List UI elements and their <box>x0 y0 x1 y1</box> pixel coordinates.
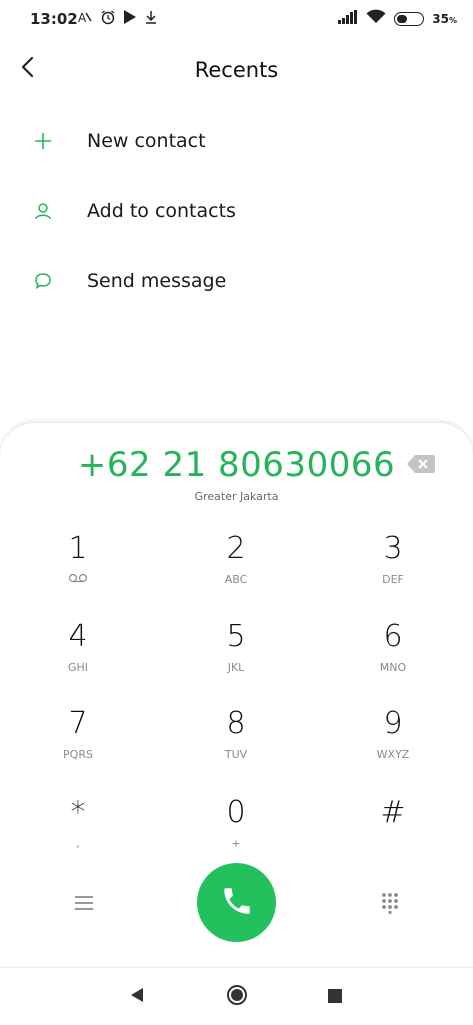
key-digit: 8 <box>226 706 246 741</box>
key-9[interactable]: 9 WXYZ <box>338 706 448 780</box>
key-digit: # <box>380 795 406 830</box>
svg-text:A: A <box>78 11 87 25</box>
phone-icon <box>220 884 254 922</box>
key-2[interactable]: 2 ABC <box>181 531 291 605</box>
person-icon <box>32 200 54 222</box>
dialed-number: +62 21 80630066 <box>77 445 396 485</box>
add-to-contacts-action[interactable]: Add to contacts <box>0 182 473 240</box>
key-1[interactable]: 1 <box>23 531 133 605</box>
backspace-button[interactable] <box>407 455 435 473</box>
auto-brightness-icon: A <box>77 9 93 29</box>
keypad-dots-icon <box>380 892 400 918</box>
action-label: New contact <box>87 130 206 152</box>
key-letters: TUV <box>224 748 248 761</box>
message-bubble-icon <box>32 270 54 292</box>
plus-icon <box>32 130 54 152</box>
battery-percent: 35% <box>432 11 457 26</box>
key-digit: 1 <box>68 531 88 566</box>
action-label: Add to contacts <box>87 200 236 222</box>
navigation-bar <box>0 967 473 1025</box>
nav-back-button[interactable] <box>122 982 152 1012</box>
key-4[interactable]: 4 GHI <box>23 619 133 693</box>
back-triangle-icon <box>129 987 145 1007</box>
key-digit: 4 <box>68 619 88 654</box>
nav-recents-button[interactable] <box>320 982 350 1012</box>
dialer-panel: +62 21 80630066 Greater Jakarta 1 2 ABC … <box>0 422 473 968</box>
key-digit: 3 <box>383 531 403 566</box>
call-button[interactable] <box>197 863 276 942</box>
battery-icon <box>394 11 425 26</box>
battery-fill <box>397 14 408 23</box>
key-0[interactable]: 0 + <box>181 795 291 869</box>
key-digit: * <box>70 795 86 830</box>
alarm-icon <box>100 9 116 29</box>
recents-square-icon <box>328 988 342 1007</box>
key-hash[interactable]: # <box>338 795 448 869</box>
home-circle-icon <box>226 984 248 1010</box>
nav-home-button[interactable] <box>222 982 252 1012</box>
key-letters: DEF <box>382 573 404 586</box>
menu-icon <box>74 895 94 915</box>
menu-button[interactable] <box>70 891 98 919</box>
key-3[interactable]: 3 DEF <box>338 531 448 605</box>
key-letters: + <box>231 837 241 850</box>
key-digit: 9 <box>383 706 403 741</box>
key-letters: ABC <box>224 573 248 586</box>
key-letters: PQRS <box>63 748 93 761</box>
key-letters: JKL <box>227 661 245 674</box>
page-title: Recents <box>194 58 279 82</box>
key-6[interactable]: 6 MNO <box>338 619 448 693</box>
wifi-icon <box>366 9 386 28</box>
key-letters: WXYZ <box>376 748 410 761</box>
download-icon <box>144 9 158 29</box>
key-8[interactable]: 8 TUV <box>181 706 291 780</box>
key-star[interactable]: * , <box>23 795 133 869</box>
key-5[interactable]: 5 JKL <box>181 619 291 693</box>
keypad-toggle-button[interactable] <box>376 891 404 919</box>
key-letters: GHI <box>67 661 89 674</box>
backspace-icon <box>407 455 435 477</box>
key-letters: MNO <box>379 661 407 674</box>
status-icons-left: A <box>77 9 158 29</box>
voicemail-icon <box>23 573 133 586</box>
key-letters: , <box>76 837 80 850</box>
key-digit: 0 <box>226 795 246 830</box>
status-time: 13:02 <box>30 10 78 28</box>
key-digit: 5 <box>226 619 246 654</box>
new-contact-action[interactable]: New contact <box>0 112 473 170</box>
play-store-icon <box>123 9 137 29</box>
key-digit: 2 <box>226 531 246 566</box>
key-7[interactable]: 7 PQRS <box>23 706 133 780</box>
status-bar: 13:02 A 35% <box>0 0 473 40</box>
action-label: Send message <box>87 270 227 292</box>
key-digit: 6 <box>383 619 403 654</box>
key-digit: 7 <box>68 706 88 741</box>
header: Recents <box>0 40 473 104</box>
signal-icon <box>338 9 358 28</box>
send-message-action[interactable]: Send message <box>0 252 473 310</box>
status-icons-right: 35% <box>338 9 457 28</box>
number-location: Greater Jakarta <box>194 490 279 503</box>
